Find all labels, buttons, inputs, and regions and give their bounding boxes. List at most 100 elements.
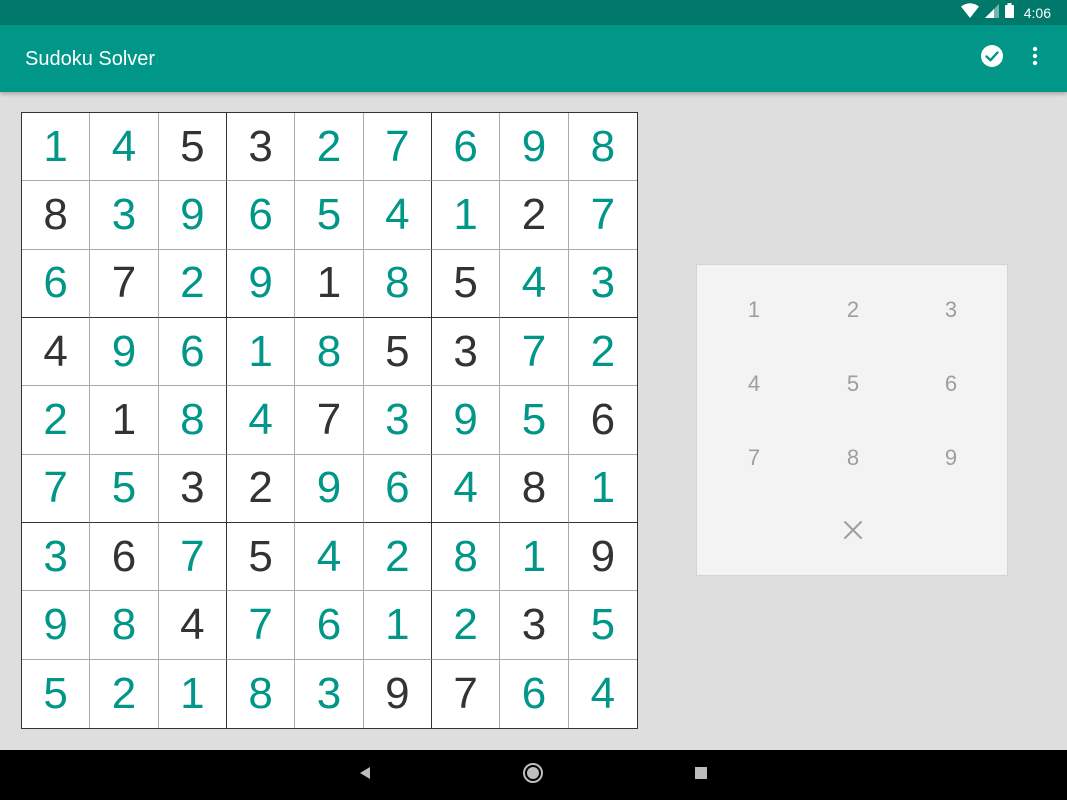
sudoku-cell-r1-c5[interactable]: 2 [295,113,364,182]
sudoku-cell-r9-c3[interactable]: 1 [159,659,227,728]
numpad-key-1[interactable]: 1 [714,285,794,335]
sudoku-cell-r8-c6[interactable]: 1 [363,591,432,660]
sudoku-cell-r6-c6[interactable]: 6 [363,454,432,523]
navigation-bar [0,750,1067,800]
sudoku-cell-r8-c7[interactable]: 2 [432,591,501,660]
sudoku-cell-r4-c3[interactable]: 6 [158,318,227,387]
sudoku-cell-r7-c4[interactable]: 5 [227,523,296,592]
sudoku-cell-r3-c5[interactable]: 1 [295,249,364,318]
number-pad: 1 2 3 4 5 6 7 8 9 [696,264,1008,576]
sudoku-cell-r9-c9[interactable]: 4 [569,660,637,728]
sudoku-cell-r2-c2[interactable]: 3 [90,181,159,250]
sudoku-cell-r5-c2[interactable]: 1 [90,386,159,455]
sudoku-cell-r7-c6[interactable]: 2 [363,523,432,592]
numpad-key-5[interactable]: 5 [813,359,893,409]
sudoku-cell-r9-c5[interactable]: 3 [295,659,364,728]
sudoku-cell-r1-c6[interactable]: 7 [363,113,432,182]
sudoku-cell-r2-c6[interactable]: 4 [363,181,432,250]
numpad-key-6[interactable]: 6 [911,359,991,409]
sudoku-cell-r8-c9[interactable]: 5 [568,591,637,660]
sudoku-cell-r6-c1[interactable]: 7 [22,454,91,523]
sudoku-cell-r5-c5[interactable]: 7 [295,386,364,455]
sudoku-cell-r1-c9[interactable]: 8 [568,113,637,182]
sudoku-cell-r9-c2[interactable]: 2 [90,659,159,728]
sudoku-cell-r5-c1[interactable]: 2 [22,386,91,455]
back-button[interactable] [353,763,377,787]
sudoku-cell-r7-c1[interactable]: 3 [22,523,91,592]
numpad-key-4[interactable]: 4 [714,359,794,409]
battery-icon [1004,3,1014,23]
sudoku-cell-r4-c9[interactable]: 2 [568,318,637,387]
sudoku-cell-r6-c9[interactable]: 1 [568,455,637,523]
sudoku-cell-r5-c3[interactable]: 8 [158,386,227,455]
sudoku-cell-r2-c4[interactable]: 6 [227,181,296,250]
sudoku-cell-r1-c2[interactable]: 4 [90,113,159,182]
numpad-key-2[interactable]: 2 [813,285,893,335]
numpad-key-3[interactable]: 3 [911,285,991,335]
sudoku-cell-r4-c7[interactable]: 3 [432,318,501,387]
sudoku-cell-r3-c9[interactable]: 3 [568,250,637,318]
sudoku-cell-r3-c4[interactable]: 9 [227,249,296,318]
sudoku-cell-r1-c4[interactable]: 3 [227,113,296,182]
sudoku-cell-r8-c2[interactable]: 8 [90,591,159,660]
sudoku-cell-r1-c7[interactable]: 6 [432,113,501,182]
clear-cell-button[interactable] [813,507,893,557]
sudoku-cell-r7-c3[interactable]: 7 [158,523,227,592]
sudoku-cell-r7-c7[interactable]: 8 [432,523,501,592]
sudoku-cell-r9-c4[interactable]: 8 [227,659,296,728]
sudoku-cell-r2-c1[interactable]: 8 [22,181,91,250]
check-circle-icon [980,44,1004,73]
sudoku-cell-r3-c7[interactable]: 5 [432,249,501,318]
sudoku-cell-r7-c8[interactable]: 1 [500,523,569,592]
sudoku-cell-r4-c5[interactable]: 8 [295,318,364,387]
sudoku-cell-r3-c1[interactable]: 6 [22,249,91,318]
sudoku-cell-r6-c8[interactable]: 8 [500,454,569,523]
sudoku-cell-r9-c6[interactable]: 9 [364,659,432,728]
sudoku-cell-r3-c2[interactable]: 7 [90,249,159,318]
sudoku-cell-r8-c1[interactable]: 9 [22,591,91,660]
sudoku-cell-r9-c1[interactable]: 5 [22,659,91,728]
sudoku-cell-r9-c7[interactable]: 7 [432,659,501,728]
sudoku-cell-r5-c9[interactable]: 6 [568,386,637,455]
sudoku-cell-r7-c5[interactable]: 4 [295,523,364,592]
sudoku-cell-r2-c8[interactable]: 2 [500,181,569,250]
sudoku-cell-r6-c4[interactable]: 2 [227,454,296,523]
sudoku-cell-r2-c7[interactable]: 1 [432,181,501,250]
sudoku-cell-r1-c8[interactable]: 9 [500,113,569,182]
sudoku-cell-r5-c6[interactable]: 3 [363,386,432,455]
overflow-menu-button[interactable] [1022,45,1048,71]
sudoku-cell-r4-c6[interactable]: 5 [363,318,432,387]
sudoku-cell-r5-c4[interactable]: 4 [227,386,296,455]
sudoku-cell-r7-c9[interactable]: 9 [568,523,637,592]
numpad-key-7[interactable]: 7 [714,433,794,483]
sudoku-cell-r3-c3[interactable]: 2 [158,249,227,318]
sudoku-cell-r8-c3[interactable]: 4 [158,591,227,660]
sudoku-cell-r4-c1[interactable]: 4 [22,318,91,387]
sudoku-cell-r5-c8[interactable]: 5 [500,386,569,455]
sudoku-cell-r6-c2[interactable]: 5 [90,454,159,523]
sudoku-cell-r1-c3[interactable]: 5 [158,113,227,182]
numpad-key-8[interactable]: 8 [813,433,893,483]
sudoku-cell-r2-c9[interactable]: 7 [568,181,637,250]
sudoku-cell-r3-c6[interactable]: 8 [363,249,432,318]
sudoku-cell-r4-c2[interactable]: 9 [90,318,159,387]
sudoku-cell-r8-c8[interactable]: 3 [500,591,569,660]
sudoku-cell-r4-c4[interactable]: 1 [227,318,296,387]
home-button[interactable] [521,762,545,787]
sudoku-cell-r8-c5[interactable]: 6 [295,591,364,660]
sudoku-cell-r6-c7[interactable]: 4 [432,454,501,523]
sudoku-cell-r5-c7[interactable]: 9 [432,386,501,455]
sudoku-cell-r3-c8[interactable]: 4 [500,249,569,318]
sudoku-cell-r2-c3[interactable]: 9 [158,181,227,250]
sudoku-cell-r2-c5[interactable]: 5 [295,181,364,250]
check-solution-button[interactable] [979,44,1005,73]
sudoku-cell-r9-c8[interactable]: 6 [500,659,569,728]
sudoku-cell-r6-c3[interactable]: 3 [158,454,227,523]
numpad-key-9[interactable]: 9 [911,433,991,483]
sudoku-cell-r6-c5[interactable]: 9 [295,454,364,523]
sudoku-cell-r4-c8[interactable]: 7 [500,318,569,387]
sudoku-cell-r1-c1[interactable]: 1 [22,113,91,182]
sudoku-cell-r7-c2[interactable]: 6 [90,523,159,592]
sudoku-cell-r8-c4[interactable]: 7 [227,591,296,660]
recents-button[interactable] [689,763,713,787]
